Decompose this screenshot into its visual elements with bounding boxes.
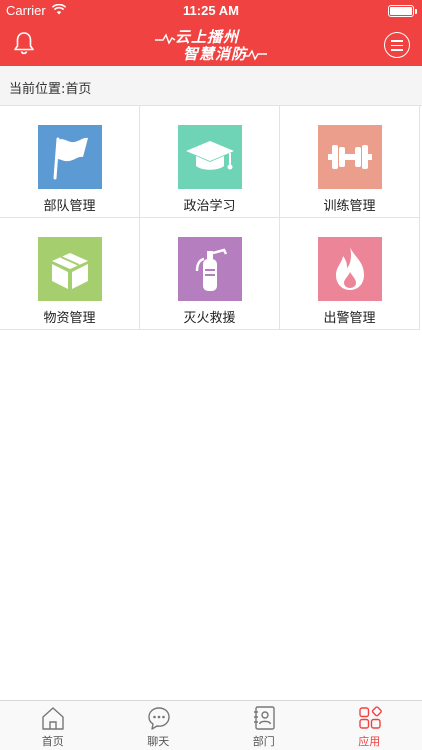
tab-chat[interactable]: 聊天 xyxy=(106,701,212,750)
breadcrumb-text: 当前位置:首页 xyxy=(9,82,92,97)
breadcrumb: 当前位置:首页 xyxy=(0,66,422,106)
clock-time: 11:25 AM xyxy=(183,3,239,18)
tab-label: 应用 xyxy=(358,735,381,748)
grid-item-unit-management[interactable]: 部队管理 xyxy=(0,106,140,218)
menu-line-icon xyxy=(391,40,403,42)
home-icon xyxy=(42,707,64,730)
tab-department[interactable]: 部门 xyxy=(211,701,317,750)
bell-icon[interactable] xyxy=(13,31,35,55)
flame-icon xyxy=(318,237,382,301)
grid-item-label: 政治学习 xyxy=(183,199,236,214)
contacts-icon xyxy=(254,706,275,730)
grid-item-label: 出警管理 xyxy=(323,311,376,326)
logo-line-2: 智慧消防 xyxy=(183,45,248,63)
tab-apps[interactable]: 应用 xyxy=(317,701,422,750)
grid-item-label: 部队管理 xyxy=(43,199,96,214)
tab-bar: 首页 聊天 部门 应用 xyxy=(0,700,422,750)
apps-icon xyxy=(358,706,382,729)
fire-extinguisher-icon xyxy=(178,237,242,301)
dumbbell-icon xyxy=(318,125,382,189)
box-icon xyxy=(38,237,102,301)
flag-icon xyxy=(38,125,102,189)
menu-button[interactable] xyxy=(384,32,410,58)
app-grid: 部队管理 政治学习 训练管理 物资管理 灭火救援 出警管理 xyxy=(0,106,422,331)
app-logo: 云上播州 智慧消防 xyxy=(155,26,267,63)
grid-item-fire-rescue[interactable]: 灭火救援 xyxy=(140,218,280,330)
grid-item-dispatch-management[interactable]: 出警管理 xyxy=(280,218,420,330)
grid-item-label: 训练管理 xyxy=(323,199,376,214)
grid-item-label: 灭火救援 xyxy=(183,311,236,326)
tab-label: 部门 xyxy=(252,735,275,748)
grid-item-label: 物资管理 xyxy=(43,311,96,326)
grid-item-training-management[interactable]: 训练管理 xyxy=(280,106,420,218)
tab-label: 聊天 xyxy=(147,735,170,748)
battery-icon xyxy=(388,5,417,17)
menu-line-icon xyxy=(391,49,403,51)
grid-item-political-study[interactable]: 政治学习 xyxy=(140,106,280,218)
tab-label: 首页 xyxy=(41,735,64,748)
grid-item-supplies-management[interactable]: 物资管理 xyxy=(0,218,140,330)
status-bar: Carrier 11:25 AM xyxy=(0,0,422,22)
menu-line-icon xyxy=(391,44,403,46)
tab-home[interactable]: 首页 xyxy=(0,701,106,750)
app-header: Carrier 11:25 AM 云上播州 智慧消防 xyxy=(0,0,422,66)
chat-icon xyxy=(147,707,170,730)
graduation-cap-icon xyxy=(178,125,242,189)
